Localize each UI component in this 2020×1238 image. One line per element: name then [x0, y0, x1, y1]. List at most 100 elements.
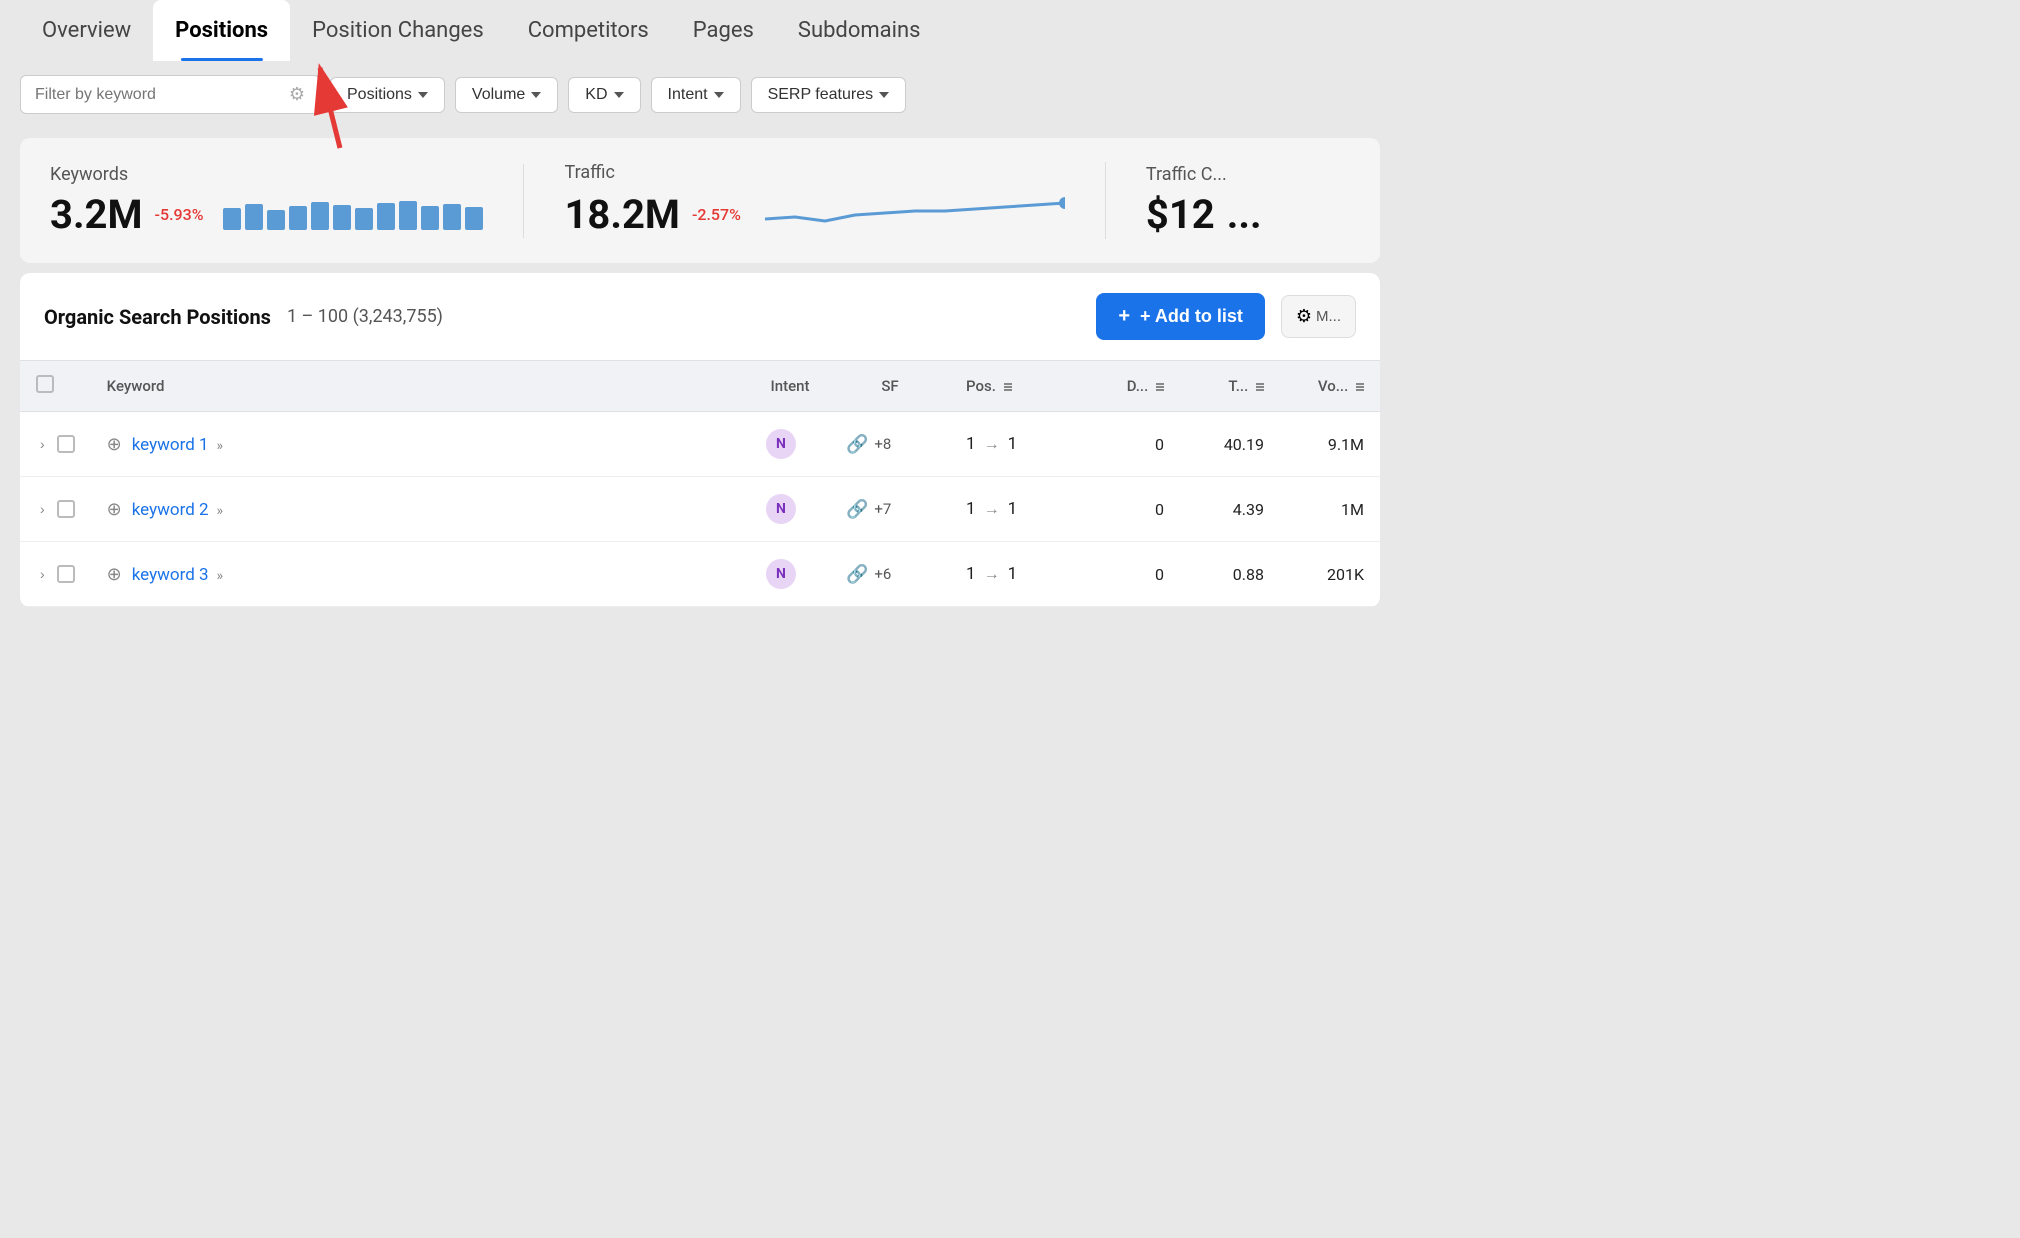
row-expand-check: ›	[20, 412, 91, 476]
arrow-right-icon: →	[984, 499, 1000, 519]
positions-table: Keyword Intent SF Pos.	[20, 361, 1380, 607]
tab-competitors[interactable]: Competitors	[506, 0, 671, 61]
organic-search-positions-section: Organic Search Positions 1 – 100 (3,243,…	[20, 273, 1380, 607]
col-header-keyword: Keyword	[91, 361, 750, 412]
arrow-right-icon: →	[984, 434, 1000, 454]
table-range: 1 – 100 (3,243,755)	[287, 306, 443, 327]
stats-section: Keywords 3.2M -5.93%	[20, 138, 1380, 263]
sort-icon-pos	[1004, 383, 1012, 391]
col-header-pos[interactable]: Pos.	[950, 361, 1100, 412]
sort-icon-d	[1156, 383, 1164, 391]
sf-count: +8	[874, 435, 891, 453]
pos-to: 1	[1008, 499, 1018, 519]
external-link-icon: »	[217, 568, 224, 584]
row-d: 0	[1100, 477, 1180, 542]
nav-tabs: Overview Positions Position Changes Comp…	[0, 0, 1400, 61]
traffic-line-chart	[765, 189, 1065, 239]
sf-count: +7	[874, 500, 891, 518]
col-header-t[interactable]: T...	[1180, 361, 1280, 412]
settings-button[interactable]: ⚙ M...	[1281, 295, 1356, 338]
row-d: 0	[1100, 542, 1180, 607]
link-icon: 🔗	[846, 564, 868, 585]
row-intent: N	[750, 477, 830, 542]
pos-from: 1	[966, 564, 976, 584]
intent-filter-button[interactable]: Intent	[651, 77, 741, 113]
tab-position-changes[interactable]: Position Changes	[290, 0, 506, 61]
keyword-link[interactable]: keyword 2	[132, 500, 209, 520]
keywords-label: Keywords	[50, 164, 483, 185]
row-t: 4.39	[1180, 477, 1280, 542]
search-icon: ⚙	[289, 84, 305, 105]
link-icon: 🔗	[846, 434, 868, 455]
expand-button[interactable]: ›	[36, 497, 49, 521]
traffic-stat: Traffic 18.2M -2.57%	[524, 162, 1105, 239]
filter-bar: ⚙ Positions Volume KD Intent SERP featur…	[0, 61, 1400, 128]
traffic-cost-label: Traffic C...	[1146, 164, 1350, 185]
row-sf: 🔗 +7	[830, 477, 950, 542]
row-intent: N	[750, 542, 830, 607]
external-link-icon: »	[217, 503, 224, 519]
row-t: 40.19	[1180, 412, 1280, 477]
keywords-change: -5.93%	[155, 205, 204, 224]
col-header-d[interactable]: D...	[1100, 361, 1180, 412]
row-intent: N	[750, 412, 830, 477]
gear-icon: ⚙	[1296, 306, 1312, 327]
keyword-link[interactable]: keyword 1	[132, 435, 209, 455]
row-checkbox[interactable]	[57, 500, 75, 518]
row-keyword: ⊕ keyword 3 »	[91, 542, 750, 607]
select-all-checkbox[interactable]	[36, 375, 54, 393]
chevron-down-icon	[418, 92, 428, 98]
tab-positions[interactable]: Positions	[153, 0, 290, 61]
chevron-down-icon	[879, 92, 889, 98]
keywords-value: 3.2M	[50, 191, 143, 238]
tab-overview[interactable]: Overview	[20, 0, 153, 61]
sf-count: +6	[874, 565, 891, 583]
tab-subdomains[interactable]: Subdomains	[776, 0, 943, 61]
keyword-filter-wrapper[interactable]: ⚙	[20, 75, 320, 114]
col-header-select-all	[20, 361, 91, 412]
keyword-link[interactable]: keyword 3	[132, 565, 209, 585]
add-to-keyword-icon: ⊕	[107, 434, 122, 455]
row-checkbox[interactable]	[57, 565, 75, 583]
pos-to: 1	[1008, 434, 1018, 454]
table-header-bar: Organic Search Positions 1 – 100 (3,243,…	[20, 273, 1380, 361]
volume-filter-button[interactable]: Volume	[455, 77, 558, 113]
traffic-label: Traffic	[564, 162, 1064, 183]
link-icon: 🔗	[846, 499, 868, 520]
table-row: › ⊕ keyword 2 » N 🔗 +7 1 →	[20, 477, 1380, 542]
row-expand-check: ›	[20, 542, 91, 606]
keyword-filter-input[interactable]	[35, 86, 281, 104]
keywords-bar-chart	[223, 198, 483, 230]
col-header-vo[interactable]: Vo...	[1280, 361, 1380, 412]
expand-button[interactable]: ›	[36, 562, 49, 586]
row-pos: 1 → 1	[950, 477, 1100, 542]
pos-from: 1	[966, 499, 976, 519]
intent-badge: N	[766, 559, 796, 589]
col-header-intent: Intent	[750, 361, 830, 412]
row-t: 0.88	[1180, 542, 1280, 607]
intent-badge: N	[766, 429, 796, 459]
traffic-cost-stat: Traffic C... $12 ...	[1106, 164, 1350, 238]
tab-pages[interactable]: Pages	[671, 0, 776, 61]
sort-icon-vo	[1356, 383, 1364, 391]
traffic-change: -2.57%	[692, 205, 741, 224]
serp-filter-button[interactable]: SERP features	[751, 77, 907, 113]
row-keyword: ⊕ keyword 2 »	[91, 477, 750, 542]
row-sf: 🔗 +6	[830, 542, 950, 607]
expand-button[interactable]: ›	[36, 432, 49, 456]
add-to-keyword-icon: ⊕	[107, 499, 122, 520]
row-keyword: ⊕ keyword 1 »	[91, 412, 750, 477]
row-vo: 9.1M	[1280, 412, 1380, 477]
row-pos: 1 → 1	[950, 542, 1100, 607]
table-row: › ⊕ keyword 3 » N 🔗 +6 1 →	[20, 542, 1380, 607]
kd-filter-button[interactable]: KD	[568, 77, 640, 113]
add-to-keyword-icon: ⊕	[107, 564, 122, 585]
row-checkbox[interactable]	[57, 435, 75, 453]
traffic-value: 18.2M	[564, 191, 679, 238]
row-vo: 1M	[1280, 477, 1380, 542]
external-link-icon: »	[217, 438, 224, 454]
chevron-down-icon	[614, 92, 624, 98]
positions-filter-button[interactable]: Positions	[330, 77, 445, 113]
add-to-list-button[interactable]: + + Add to list	[1096, 293, 1265, 340]
keywords-stat: Keywords 3.2M -5.93%	[50, 164, 524, 238]
